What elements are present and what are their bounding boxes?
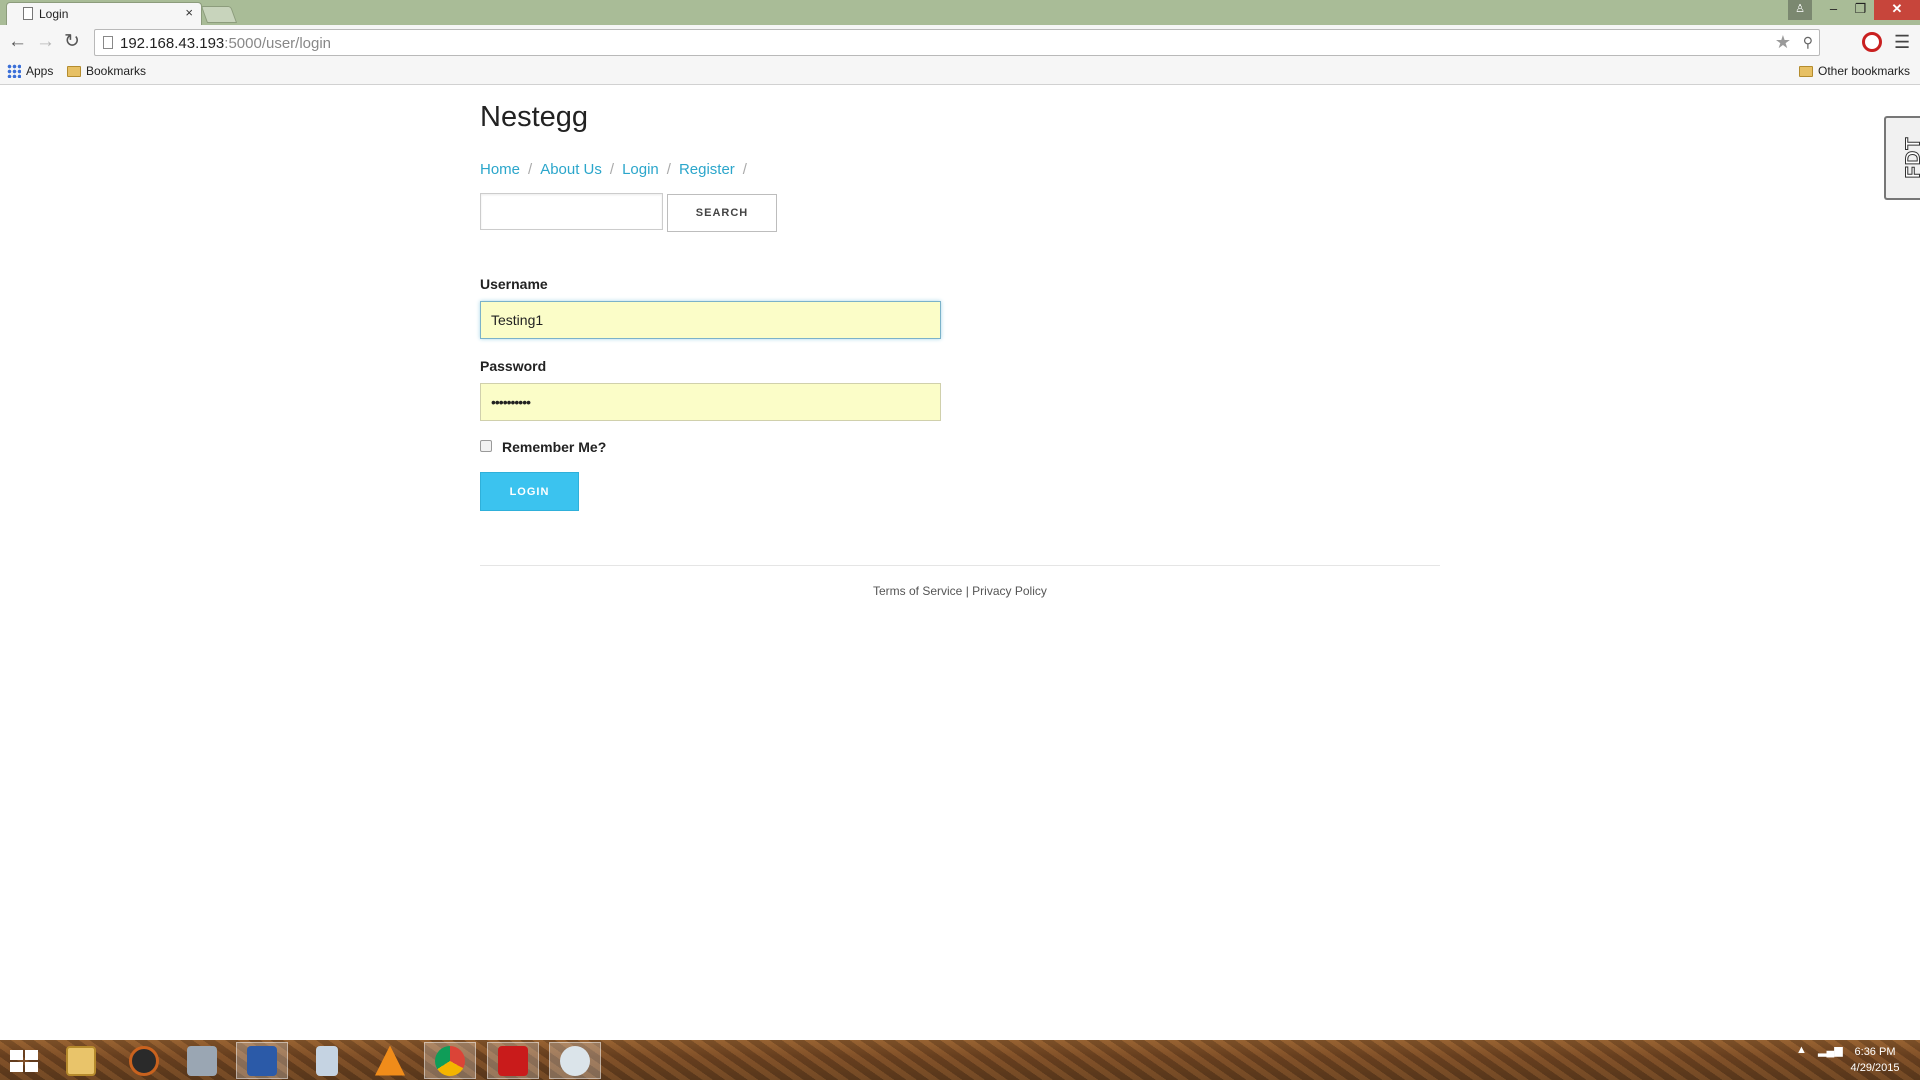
paint-icon[interactable]: [549, 1042, 601, 1079]
other-bookmarks-label: Other bookmarks: [1818, 64, 1911, 78]
terms-of-service-link[interactable]: Terms of Service: [873, 584, 962, 598]
minimize-button[interactable]: –: [1820, 0, 1847, 20]
reload-icon[interactable]: ↻: [64, 32, 80, 52]
password-field[interactable]: ••••••••••: [480, 383, 941, 421]
breadcrumb-about-us[interactable]: About Us: [540, 161, 602, 178]
apps-grid-icon: [7, 64, 21, 78]
acrobat-icon[interactable]: [487, 1042, 539, 1079]
other-bookmarks-folder[interactable]: Other bookmarks: [1799, 64, 1910, 78]
browser-titlebar: Login × ♙ – ❐ ✕: [0, 0, 1920, 25]
key-icon[interactable]: ⚲: [1803, 34, 1813, 51]
media-icon[interactable]: [118, 1042, 170, 1079]
breadcrumb-register[interactable]: Register: [679, 161, 735, 178]
maximize-button[interactable]: ❐: [1847, 0, 1874, 20]
window-controls: – ❐ ✕: [1820, 0, 1920, 20]
bookmarks-bar: Apps Bookmarks Other bookmarks: [0, 59, 1920, 85]
apps-label: Apps: [26, 64, 54, 78]
breadcrumb: Home / About Us / Login / Register /: [480, 161, 747, 178]
login-button[interactable]: LOGIN: [480, 472, 579, 511]
fdt-label: FDT: [1902, 136, 1920, 179]
footer: Terms of Service | Privacy Policy: [873, 584, 1047, 598]
clock-date: 4/29/2015: [1850, 1062, 1900, 1074]
word-icon[interactable]: [236, 1042, 288, 1079]
username-label: Username: [480, 276, 548, 292]
bookmarks-folder[interactable]: Bookmarks: [67, 64, 146, 78]
fdt-side-tab[interactable]: FDT: [1884, 116, 1920, 200]
file-explorer-icon[interactable]: [55, 1042, 107, 1079]
remember-me-checkbox[interactable]: [480, 440, 492, 452]
new-tab-button[interactable]: [200, 6, 238, 23]
folder-icon: [1799, 65, 1813, 77]
breadcrumb-separator: /: [666, 161, 671, 178]
taskbar: [0, 1040, 1920, 1080]
calculator-icon[interactable]: [301, 1042, 353, 1079]
back-arrow-icon[interactable]: ←: [8, 32, 27, 52]
search-input[interactable]: [480, 193, 663, 230]
search-button[interactable]: SEARCH: [667, 194, 777, 232]
username-field[interactable]: Testing1: [480, 301, 941, 339]
address-bar[interactable]: 192.168.43.193:5000/user/login ★ ⚲: [94, 29, 1820, 56]
breadcrumb-separator: /: [528, 161, 533, 178]
chrome-icon[interactable]: [424, 1042, 476, 1079]
network-icon[interactable]: [176, 1042, 228, 1079]
tab-title: Login: [39, 7, 69, 21]
clock-time: 6:36 PM: [1854, 1046, 1896, 1058]
system-clock[interactable]: 6:36 PM 4/29/2015: [1840, 1044, 1910, 1076]
browser-tab[interactable]: Login ×: [6, 2, 202, 25]
bookmark-star-icon[interactable]: ★: [1775, 32, 1791, 53]
url-text: 192.168.43.193:5000/user/login: [120, 35, 332, 52]
tab-close-icon[interactable]: ×: [185, 5, 193, 20]
remember-me-label: Remember Me?: [502, 439, 607, 455]
footer-separator: |: [965, 584, 969, 598]
footer-divider: [480, 565, 1440, 566]
password-label: Password: [480, 358, 547, 374]
breadcrumb-separator: /: [609, 161, 615, 178]
browser-toolbar: ← → ↻ 192.168.43.193:5000/user/login ★ ⚲: [0, 25, 1920, 59]
breadcrumb-login[interactable]: Login: [622, 161, 659, 178]
user-profile-icon[interactable]: ♙: [1788, 0, 1812, 20]
vlc-icon[interactable]: [364, 1042, 416, 1079]
page-icon: [103, 36, 113, 49]
page-icon: [23, 7, 33, 20]
apps-bookmark[interactable]: Apps: [7, 64, 53, 78]
privacy-policy-link[interactable]: Privacy Policy: [972, 584, 1047, 598]
folder-icon: [67, 65, 81, 77]
network-signal-icon[interactable]: ▂▄▆: [1818, 1044, 1843, 1057]
show-hidden-icons[interactable]: ▲: [1796, 1044, 1807, 1056]
menu-icon[interactable]: ☰: [1894, 32, 1910, 53]
start-button[interactable]: [10, 1050, 38, 1072]
bookmarks-label: Bookmarks: [86, 64, 147, 78]
breadcrumb-home[interactable]: Home: [480, 161, 520, 178]
site-title: Nestegg: [480, 101, 589, 133]
extension-icon[interactable]: [1862, 32, 1882, 52]
breadcrumb-separator: /: [742, 161, 747, 178]
forward-arrow-icon[interactable]: →: [36, 32, 55, 52]
close-window-button[interactable]: ✕: [1874, 0, 1920, 20]
